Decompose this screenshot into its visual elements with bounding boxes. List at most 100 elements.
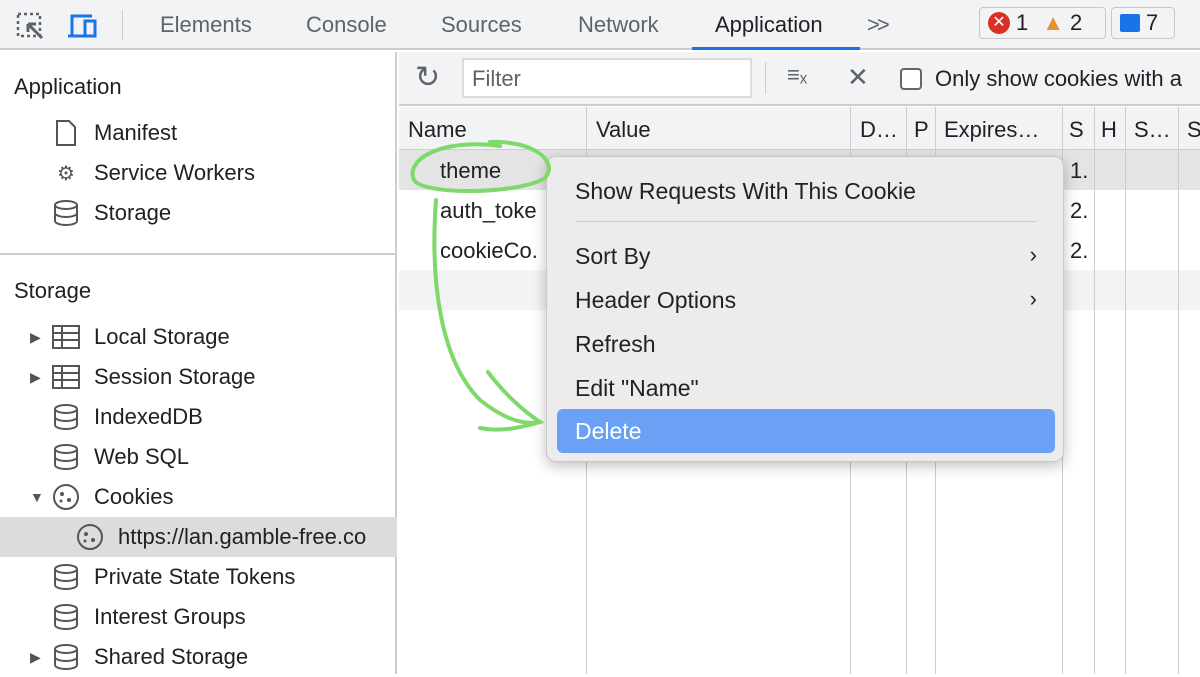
label: Header Options xyxy=(575,287,737,313)
sidebar-item-storage[interactable]: Storage xyxy=(0,193,397,233)
file-icon xyxy=(52,119,80,147)
database-icon xyxy=(52,443,80,471)
expanded-arrow-icon[interactable]: ▼ xyxy=(30,489,44,505)
chevron-right-icon: › xyxy=(1029,286,1037,311)
cell-name: theme xyxy=(440,158,502,183)
label: Session Storage xyxy=(94,364,256,389)
database-icon xyxy=(52,603,80,631)
menu-item-sort-by[interactable]: Sort By › xyxy=(557,234,1055,278)
label: Local Storage xyxy=(94,324,230,349)
label: https://lan.gamble-free.co xyxy=(118,524,367,549)
divider xyxy=(765,62,766,94)
menu-separator xyxy=(575,221,1037,222)
tab-network[interactable]: Network xyxy=(578,12,659,38)
menu-item-show-requests[interactable]: Show Requests With This Cookie xyxy=(557,169,1055,213)
tab-sources[interactable]: Sources xyxy=(441,12,522,38)
refresh-icon[interactable]: ↻ xyxy=(415,60,440,95)
section-title-application: Application xyxy=(14,74,122,99)
devtools-tabbar: Elements Console Sources Network Applica… xyxy=(0,0,1200,50)
menu-item-refresh[interactable]: Refresh xyxy=(557,322,1055,366)
sidebar-item-private-state-tokens[interactable]: Private State Tokens xyxy=(0,557,397,597)
warning-count: 2 xyxy=(1070,10,1083,35)
sidebar-item-cookie-origin[interactable]: https://lan.gamble-free.co xyxy=(0,517,397,557)
label: Sort By xyxy=(575,243,651,269)
sidebar-item-local-storage[interactable]: ▶ Local Storage xyxy=(0,317,397,357)
collapsed-arrow-icon[interactable]: ▶ xyxy=(30,369,41,386)
label: Storage xyxy=(94,200,172,225)
tab-elements[interactable]: Elements xyxy=(160,12,252,38)
only-show-label: Only show cookies with a xyxy=(935,66,1182,91)
label: IndexedDB xyxy=(94,404,203,429)
menu-item-delete[interactable]: Delete xyxy=(557,409,1055,453)
divider xyxy=(122,10,123,40)
menu-item-edit-name[interactable]: Edit "Name" xyxy=(557,366,1055,410)
sidebar-item-service-workers[interactable]: ⚙ Service Workers xyxy=(0,153,397,193)
issues-badge[interactable]: ✕ 1 ▲ 2 xyxy=(979,7,1106,39)
cell-name: auth_toke xyxy=(440,198,537,223)
chevron-right-icon: › xyxy=(1029,242,1037,267)
cell: 1. xyxy=(1070,158,1089,183)
column-header[interactable]: S… xyxy=(1134,117,1171,143)
table-icon xyxy=(52,363,80,391)
column-header[interactable]: Name xyxy=(408,117,467,143)
clear-all-icon[interactable]: ✕ xyxy=(847,62,869,93)
clear-filtered-icon[interactable]: ≡ₓ xyxy=(787,62,807,88)
cell: 2. xyxy=(1070,198,1089,223)
error-count: 1 xyxy=(1016,10,1029,35)
section-title-storage: Storage xyxy=(14,278,92,303)
divider xyxy=(0,253,397,255)
active-tab-indicator xyxy=(692,47,860,50)
label: Refresh xyxy=(575,331,656,357)
cell-name: cookieCo. xyxy=(440,238,538,263)
collapsed-arrow-icon[interactable]: ▶ xyxy=(30,649,41,666)
cookies-toolbar: ↻ Filter ≡ₓ ✕ Only show cookies with a xyxy=(399,52,1200,106)
column-header[interactable]: S xyxy=(1187,117,1200,143)
only-show-checkbox[interactable] xyxy=(900,68,922,90)
sidebar-item-interest-groups[interactable]: Interest Groups xyxy=(0,597,397,637)
label: Service Workers xyxy=(94,160,255,185)
sidebar-item-indexeddb[interactable]: IndexedDB xyxy=(0,397,397,437)
column-header[interactable]: Value xyxy=(596,117,651,143)
column-header[interactable]: Expires… xyxy=(944,117,1039,143)
gears-icon: ⚙ xyxy=(57,162,75,185)
cookie-icon xyxy=(52,483,80,511)
table-header: Name Value D… P Expires… S H S… S xyxy=(399,107,1200,150)
menu-item-header-options[interactable]: Header Options › xyxy=(557,278,1055,322)
column-header[interactable]: S xyxy=(1069,117,1084,143)
inspect-element-icon[interactable] xyxy=(16,12,46,40)
label: Private State Tokens xyxy=(94,564,296,589)
column-header[interactable]: H xyxy=(1101,117,1117,143)
label: Cookies xyxy=(94,484,174,509)
sidebar-item-manifest[interactable]: Manifest xyxy=(0,113,397,153)
database-icon xyxy=(52,563,80,591)
label: Edit "Name" xyxy=(575,375,699,401)
more-tabs-button[interactable]: >> xyxy=(867,12,890,38)
cookie-icon xyxy=(76,523,104,551)
column-divider xyxy=(1094,107,1095,674)
label: Shared Storage xyxy=(94,644,249,669)
sidebar-item-web-sql[interactable]: Web SQL xyxy=(0,437,397,477)
column-divider xyxy=(1125,107,1126,674)
message-count: 7 xyxy=(1146,10,1159,35)
database-icon xyxy=(52,199,80,227)
sidebar-item-shared-storage[interactable]: ▶ Shared Storage xyxy=(0,637,397,677)
sidebar-item-cookies[interactable]: ▼ Cookies xyxy=(0,477,397,517)
label: Web SQL xyxy=(94,444,189,469)
sidebar: Application Manifest ⚙ Service Workers St… xyxy=(0,52,397,674)
table-icon xyxy=(52,323,80,351)
database-icon xyxy=(52,403,80,431)
filter-input[interactable]: Filter xyxy=(462,58,752,98)
label: Show Requests With This Cookie xyxy=(575,178,916,204)
column-header[interactable]: P xyxy=(914,117,929,143)
column-header[interactable]: D… xyxy=(860,117,898,143)
messages-badge[interactable]: 7 xyxy=(1111,7,1175,39)
label: Manifest xyxy=(94,120,178,145)
sidebar-item-session-storage[interactable]: ▶ Session Storage xyxy=(0,357,397,397)
tab-console[interactable]: Console xyxy=(306,12,387,38)
collapsed-arrow-icon[interactable]: ▶ xyxy=(30,329,41,346)
tab-application[interactable]: Application xyxy=(715,12,823,38)
label: Delete xyxy=(575,418,642,444)
error-icon: ✕ xyxy=(988,12,1010,34)
device-toolbar-icon[interactable] xyxy=(68,12,104,38)
cell: 2. xyxy=(1070,238,1089,263)
